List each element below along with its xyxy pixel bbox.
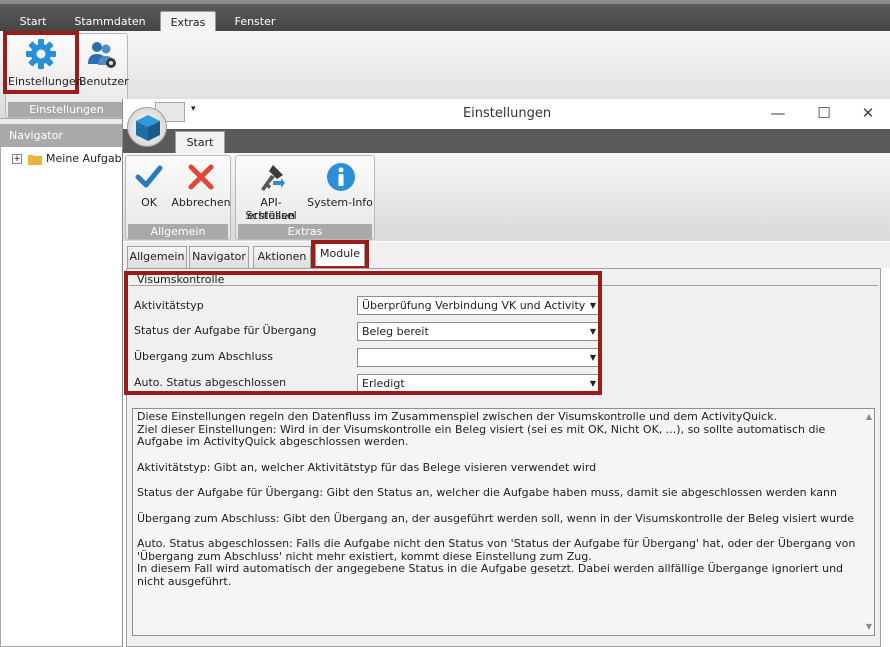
tab-aktionen[interactable]: Aktionen [253, 246, 311, 268]
highlight-tab-module [311, 240, 369, 270]
system-info-label: System-Info [307, 196, 373, 209]
group-caption-extras: Extras [238, 224, 372, 239]
description-line: Status der Aufgabe für Übergang: Gibt de… [137, 486, 837, 499]
close-button[interactable]: ✕ [845, 99, 890, 129]
einstellungen-button[interactable]: Einstellungen [8, 36, 83, 90]
checkmark-icon [135, 165, 163, 188]
cube-icon [136, 115, 160, 141]
form-tab-strip: Allgemein Navigator Aktionen Module [123, 242, 890, 269]
description-line: Aktivitätstyp: Gibt an, welcher Aktivitä… [137, 460, 597, 474]
abbrechen-label: Abbrechen [171, 196, 231, 209]
maximize-button[interactable]: ☐ [801, 99, 847, 129]
settings-dialog: Einstellungen ▾ — ☐ ✕ Start Allgemein OK [122, 99, 890, 647]
users-icon [88, 42, 116, 68]
info-icon [327, 163, 355, 191]
scroll-up-arrow-icon[interactable]: ▲ [866, 411, 872, 424]
scroll-down-arrow-icon[interactable]: ▼ [866, 621, 872, 634]
navigator-panel: Navigator + Meine Aufgaben [0, 124, 135, 647]
benutzer-button[interactable]: Benutzer [79, 36, 129, 90]
cancel-x-icon [188, 164, 214, 190]
gear-icon [26, 39, 56, 69]
dialog-tab-start[interactable]: Start [175, 131, 225, 153]
tab-navigator[interactable]: Navigator [189, 246, 249, 268]
main-menu-bar: Start Stammdaten Extras Fenster [0, 0, 890, 35]
api-key-label-2: erstellen [247, 209, 295, 222]
description-line: Ziel dieser Einstellungen: Wird in der V… [137, 422, 826, 448]
system-info-button[interactable]: System-Info [307, 159, 373, 215]
ok-button[interactable]: OK [128, 159, 170, 215]
api-key-button[interactable]: API-Schlüssel erstellen [237, 159, 305, 222]
description-line [137, 500, 870, 513]
einstellungen-label: Einstellungen [8, 75, 83, 88]
app-orb-button[interactable] [127, 107, 167, 147]
folder-icon [28, 155, 42, 165]
description-line: Diese Einstellungen regeln den Datenflus… [137, 410, 778, 423]
group-caption: Einstellungen [8, 102, 125, 117]
benutzer-label: Benutzer [79, 75, 129, 88]
minimize-button[interactable]: — [755, 99, 801, 129]
dialog-ribbon: Allgemein OK Abbrechen Extras API-Schlüs… [123, 153, 890, 241]
tab-allgemein[interactable]: Allgemein [127, 246, 187, 268]
module-panel: Visumskontrolle Aktivitätstyp Überprüfun… [124, 268, 881, 647]
group-caption-allgemein: Allgemein [128, 224, 228, 239]
ok-label: OK [141, 196, 157, 209]
description-line: Übergang zum Abschluss: Gibt den Übergan… [137, 511, 855, 525]
highlight-visumskontrolle [124, 271, 602, 395]
key-icon [261, 165, 285, 191]
description-line [137, 449, 870, 462]
dialog-titlebar: Einstellungen ▾ — ☐ ✕ [123, 99, 890, 129]
description-textarea[interactable]: Diese Einstellungen regeln den Datenflus… [132, 408, 875, 636]
dialog-ribbon-tabs: Start [123, 129, 890, 153]
expand-icon[interactable]: + [12, 154, 22, 164]
navigator-title: Navigator [1, 125, 124, 147]
quick-access-dropdown-icon[interactable]: ▾ [191, 104, 196, 114]
description-line: In diesem Fall wird automatisch der ange… [137, 562, 844, 588]
description-line: Auto. Status abgeschlossen: Falls die Au… [137, 537, 856, 563]
abbrechen-button[interactable]: Abbrechen [171, 159, 231, 215]
